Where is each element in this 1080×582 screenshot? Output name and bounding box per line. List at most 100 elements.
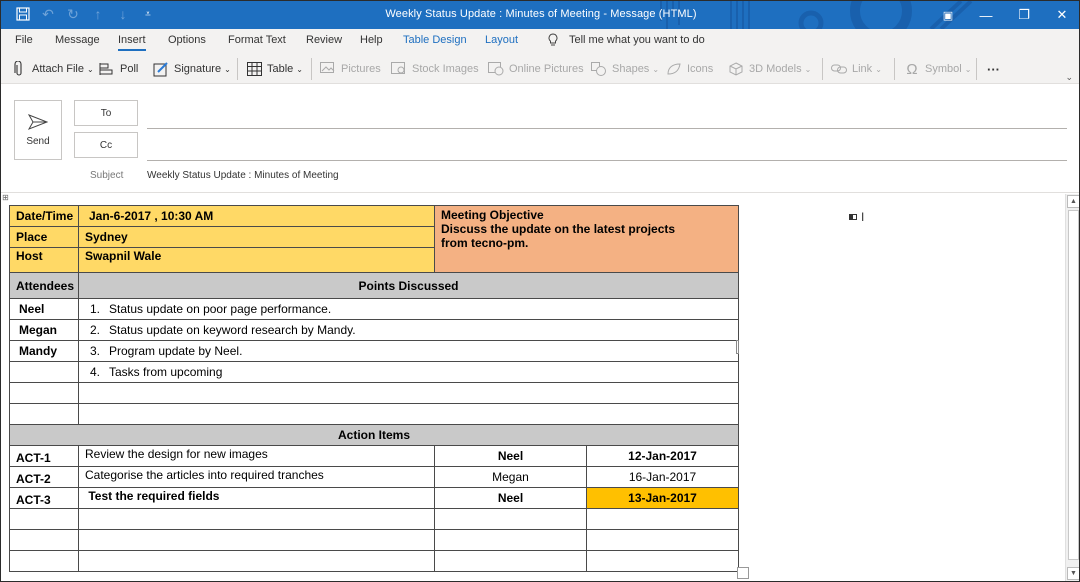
meeting-objective-cell[interactable]: Meeting Objective Discuss the update on … — [433, 205, 740, 273]
poll-button[interactable]: Poll — [99, 60, 138, 78]
table-move-handle[interactable]: ⊞ — [2, 194, 10, 202]
online-pictures-icon — [488, 61, 504, 77]
chevron-down-icon: ⌄ — [964, 64, 972, 74]
window-controls: ▣ — ❐ ✕ — [929, 1, 1079, 29]
tab-layout[interactable]: Layout — [485, 34, 518, 46]
action-due-cell[interactable] — [585, 550, 740, 572]
window-title: Weekly Status Update : Minutes of Meetin… — [385, 8, 697, 20]
datetime-value[interactable]: Jan-6-2017 , 10:30 AM — [78, 205, 435, 227]
action-task-cell[interactable]: Review the design for new images — [78, 445, 435, 467]
table-button[interactable]: Table ⌄ — [246, 60, 303, 78]
link-button[interactable]: Link ⌄ — [831, 60, 882, 78]
tab-insert[interactable]: Insert — [118, 34, 146, 51]
send-label: Send — [26, 135, 50, 147]
attach-file-button[interactable]: Attach File ⌄ — [11, 60, 94, 78]
tab-help[interactable]: Help — [360, 34, 383, 46]
shapes-button[interactable]: Shapes ⌄ — [591, 60, 659, 78]
table-row: 4. Tasks from upcoming — [9, 361, 740, 383]
action-id-cell[interactable] — [9, 550, 79, 572]
action-owner-cell[interactable] — [434, 550, 587, 572]
table-row — [9, 550, 740, 572]
tell-me-search[interactable]: Tell me what you want to do — [547, 33, 705, 47]
chevron-down-icon: ⌄ — [86, 64, 94, 74]
chevron-down-icon: ⌄ — [804, 64, 812, 74]
action-task-cell[interactable] — [78, 508, 435, 530]
point-cell[interactable]: 2. Status update on keyword research by M… — [77, 319, 740, 341]
attendee-cell[interactable] — [9, 361, 79, 383]
icons-button[interactable]: Icons — [666, 60, 713, 78]
tab-table-design[interactable]: Table Design — [403, 34, 467, 46]
point-cell[interactable]: 1. Status update on poor page performance… — [77, 298, 740, 320]
attendee-cell[interactable]: Megan — [9, 319, 79, 341]
action-id-cell[interactable]: ACT-1 — [9, 445, 79, 467]
attendee-cell[interactable]: Neel — [9, 298, 79, 320]
action-task-cell[interactable] — [78, 550, 435, 572]
host-value[interactable]: Swapnil Wale — [78, 247, 435, 273]
cc-button[interactable]: Cc — [74, 132, 138, 158]
online-pictures-label: Online Pictures — [509, 63, 584, 75]
more-commands-button[interactable]: ··· — [987, 60, 1000, 78]
ribbon-separator — [894, 58, 895, 80]
pictures-button[interactable]: Pictures — [320, 60, 381, 78]
point-cell[interactable]: 3. Program update by Neel. — [77, 340, 740, 362]
attendee-cell[interactable] — [9, 382, 79, 404]
point-number: 3. — [90, 344, 101, 358]
subject-label: Subject — [90, 170, 124, 181]
close-button[interactable]: ✕ — [1043, 1, 1079, 29]
action-id-cell[interactable] — [9, 508, 79, 530]
cc-field[interactable] — [147, 160, 1067, 161]
to-button[interactable]: To — [74, 100, 138, 126]
action-id-cell[interactable]: ACT-2 — [9, 466, 79, 488]
stock-images-label: Stock Images — [412, 63, 479, 75]
action-due-cell[interactable]: 13-Jan-2017 — [585, 487, 740, 509]
attendee-cell[interactable]: Mandy — [9, 340, 79, 362]
scrollbar-thumb[interactable] — [1068, 210, 1079, 560]
action-due-cell[interactable]: 12-Jan-2017 — [585, 445, 740, 467]
tab-message[interactable]: Message — [55, 34, 100, 46]
tab-format-text[interactable]: Format Text — [228, 34, 286, 46]
ribbon-display-options-icon[interactable]: ▣ — [929, 1, 967, 29]
stock-images-button[interactable]: Stock Images — [391, 60, 479, 78]
3d-models-button[interactable]: 3D Models ⌄ — [728, 60, 811, 78]
online-pictures-button[interactable]: Online Pictures — [488, 60, 584, 78]
symbol-button[interactable]: Ω Symbol ⌄ — [904, 60, 971, 78]
to-field[interactable] — [147, 128, 1067, 129]
send-button[interactable]: Send — [14, 100, 62, 160]
tab-review[interactable]: Review — [306, 34, 342, 46]
signature-icon — [153, 61, 169, 77]
tab-file[interactable]: File — [15, 34, 33, 46]
signature-button[interactable]: Signature ⌄ — [153, 60, 231, 78]
point-number: 4. — [90, 365, 101, 379]
tab-options[interactable]: Options — [168, 34, 206, 46]
place-value[interactable]: Sydney — [78, 226, 435, 248]
attendee-cell[interactable] — [9, 403, 79, 425]
objective-text: Discuss the update on the latest project… — [441, 222, 676, 250]
action-owner-cell[interactable] — [434, 529, 587, 551]
action-due-cell[interactable] — [585, 529, 740, 551]
scroll-down-arrow-icon[interactable]: ▼ — [1067, 567, 1079, 580]
column-resize-marker[interactable] — [736, 340, 739, 354]
action-owner-cell[interactable] — [434, 508, 587, 530]
action-due-cell[interactable] — [585, 508, 740, 530]
action-due-cell[interactable]: 16-Jan-2017 — [585, 466, 740, 488]
action-id-cell[interactable] — [9, 529, 79, 551]
action-task-cell[interactable] — [78, 529, 435, 551]
action-id-cell[interactable]: ACT-3 — [9, 487, 79, 509]
point-cell[interactable] — [77, 382, 740, 404]
expand-ribbon-chevron-icon[interactable]: ⌄ — [1065, 72, 1073, 83]
message-body[interactable]: ⊞ Date/Time Jan-6-2017 , 10:30 AM Meetin… — [1, 194, 1065, 581]
action-task-cell[interactable]: Test the required fields — [78, 487, 435, 509]
action-owner-cell[interactable]: Megan — [434, 466, 587, 488]
point-cell[interactable] — [77, 403, 740, 425]
action-task-cell[interactable]: Categorise the articles into required tr… — [78, 466, 435, 488]
point-cell[interactable]: 4. Tasks from upcoming — [77, 361, 740, 383]
action-owner-cell[interactable]: Neel — [434, 487, 587, 509]
table-resize-handle[interactable] — [737, 567, 749, 579]
minimize-button[interactable]: — — [967, 1, 1005, 29]
subject-field[interactable]: Weekly Status Update : Minutes of Meetin… — [147, 170, 339, 181]
scroll-up-arrow-icon[interactable]: ▲ — [1067, 195, 1079, 208]
restore-button[interactable]: ❐ — [1005, 1, 1043, 29]
action-owner-cell[interactable]: Neel — [434, 445, 587, 467]
table-row: Neel 1. Status update on poor page perform… — [9, 298, 740, 320]
vertical-scrollbar[interactable]: ▲ ▼ — [1065, 194, 1079, 581]
